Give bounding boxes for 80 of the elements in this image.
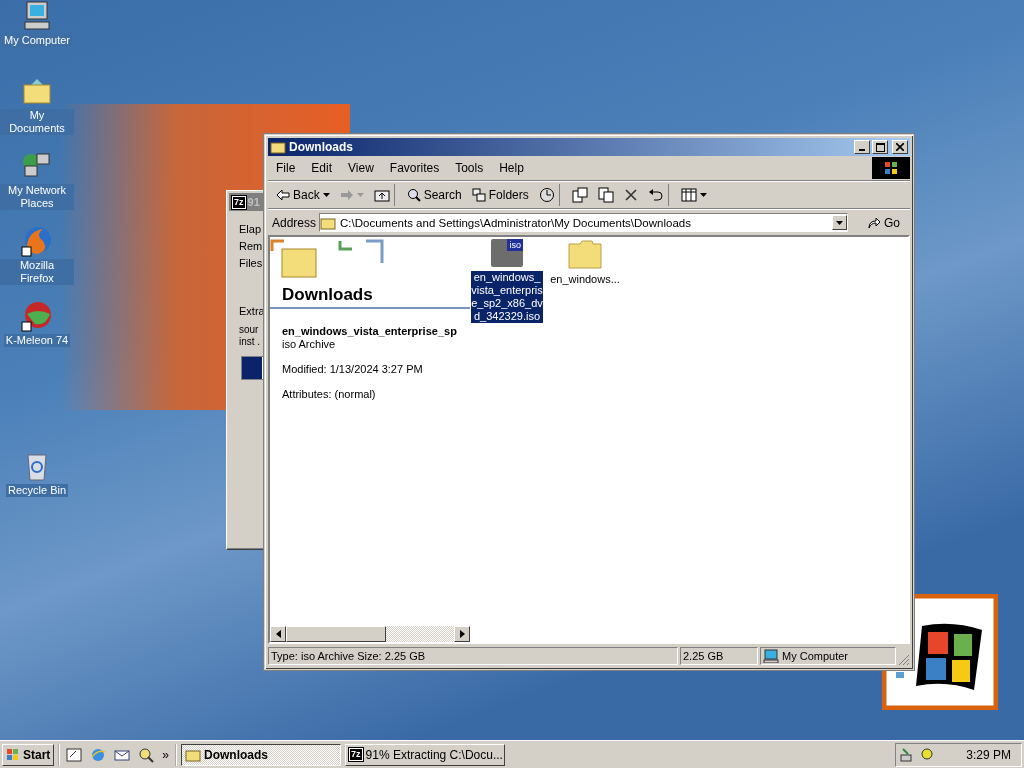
delete-icon [623,188,638,202]
computer-icon [763,649,779,663]
copy-to-icon [597,187,614,203]
up-folder-icon [373,188,390,202]
file-label[interactable]: en_windows... [550,273,620,286]
menu-item[interactable]: Favorites [381,161,448,175]
undo-icon [647,189,664,201]
menu-item[interactable]: View [340,161,382,175]
folders-button[interactable]: Folders [467,184,533,206]
search-icon [406,188,421,202]
menu-item[interactable]: Help [491,161,532,175]
folders-icon [471,188,486,202]
field-label: Elap [239,223,262,235]
taskbar-button[interactable]: Downloads [181,743,342,766]
info-text: inst . [239,336,261,348]
chameleon-icon[interactable] [21,300,53,332]
computer-icon[interactable] [21,0,53,32]
file-label[interactable]: en_windows_vista_enterprise_sp2_x86_dvd_342329.iso [471,271,543,323]
field-label: Files [239,257,263,269]
status-text: Type: iso Archive Size: 2.25 GB [268,647,678,665]
search-icon[interactable] [138,746,155,763]
close-button[interactable] [892,140,908,154]
globe-fox-icon[interactable] [21,225,53,257]
menu-item[interactable]: Edit [303,161,341,175]
desktop-icon-label[interactable]: My Documents [0,109,74,135]
move-to-icon [571,187,588,203]
back-arrow-icon [276,189,290,201]
maximize-button[interactable] [872,140,888,154]
desktop-icon-label[interactable]: My Computer [2,34,72,47]
file-attributes: Attributes: (normal) [282,388,377,401]
folder-heading: Downloads [281,285,373,306]
caret-icon [322,193,330,197]
go-arrow-icon [867,216,881,229]
address-label: Address [272,215,317,230]
left-arrow-icon [275,630,281,638]
search-button[interactable]: Search [402,184,466,206]
folder-icon [185,747,202,762]
menu-item[interactable]: Tools [447,161,492,175]
caret-icon [699,193,707,197]
forward-arrow-icon [339,189,354,201]
horizontal-scrollbar[interactable] [270,626,470,642]
start-button[interactable]: Start [2,743,55,766]
window-title: 91 [247,196,260,208]
desktop-icon-label[interactable]: My Network Places [0,184,74,210]
maximize-icon [875,142,885,152]
modified-date: Modified: 1/13/2024 3:27 PM [282,363,424,376]
caret-icon [836,220,843,225]
resize-grip-icon[interactable] [898,654,910,666]
app-icon: 7z [232,195,246,209]
back-button[interactable]: Back [272,184,334,206]
minimize-button[interactable] [854,140,870,154]
desktop-icon-label[interactable]: Recycle Bin [5,484,69,497]
desktop-icon-label[interactable]: K-Meleon 74 [3,334,71,347]
windows-flag-icon [872,157,910,179]
taskbar-button[interactable]: 7z 91% Extracting C:\Docu... [345,743,506,766]
status-zone: My Computer [760,647,896,665]
address-field[interactable]: C:\Documents and Settings\Administrator\My Documents\Downloads [319,213,848,232]
dropdown-button[interactable] [832,215,847,230]
desktop-icon[interactable] [66,746,83,763]
file-type: iso Archive [282,338,337,351]
right-arrow-icon [459,630,465,638]
more-button[interactable]: » [162,747,170,762]
disc-image-icon[interactable]: iso [491,239,523,267]
file-name: en_windows_vista_enterprise_sp [282,325,458,338]
caret-icon [356,193,364,197]
folder-icon [270,140,286,154]
info-text: sour [239,324,259,336]
folder-icon [320,215,337,230]
clock: 3:29 PM [966,747,1011,762]
close-icon [896,143,904,151]
status-size: 2.25 GB [680,647,758,665]
menu-item[interactable]: File [268,161,304,175]
go-button[interactable]: Go [851,215,906,230]
grid-view-icon [680,188,697,202]
field-label: Rem [239,240,263,252]
windows-flag-icon [6,748,20,761]
app-icon: 7z [349,748,363,761]
desktop-icon-label[interactable]: Mozilla Firefox [0,259,74,285]
clock-icon [538,187,555,203]
window-title: Downloads [289,140,353,154]
